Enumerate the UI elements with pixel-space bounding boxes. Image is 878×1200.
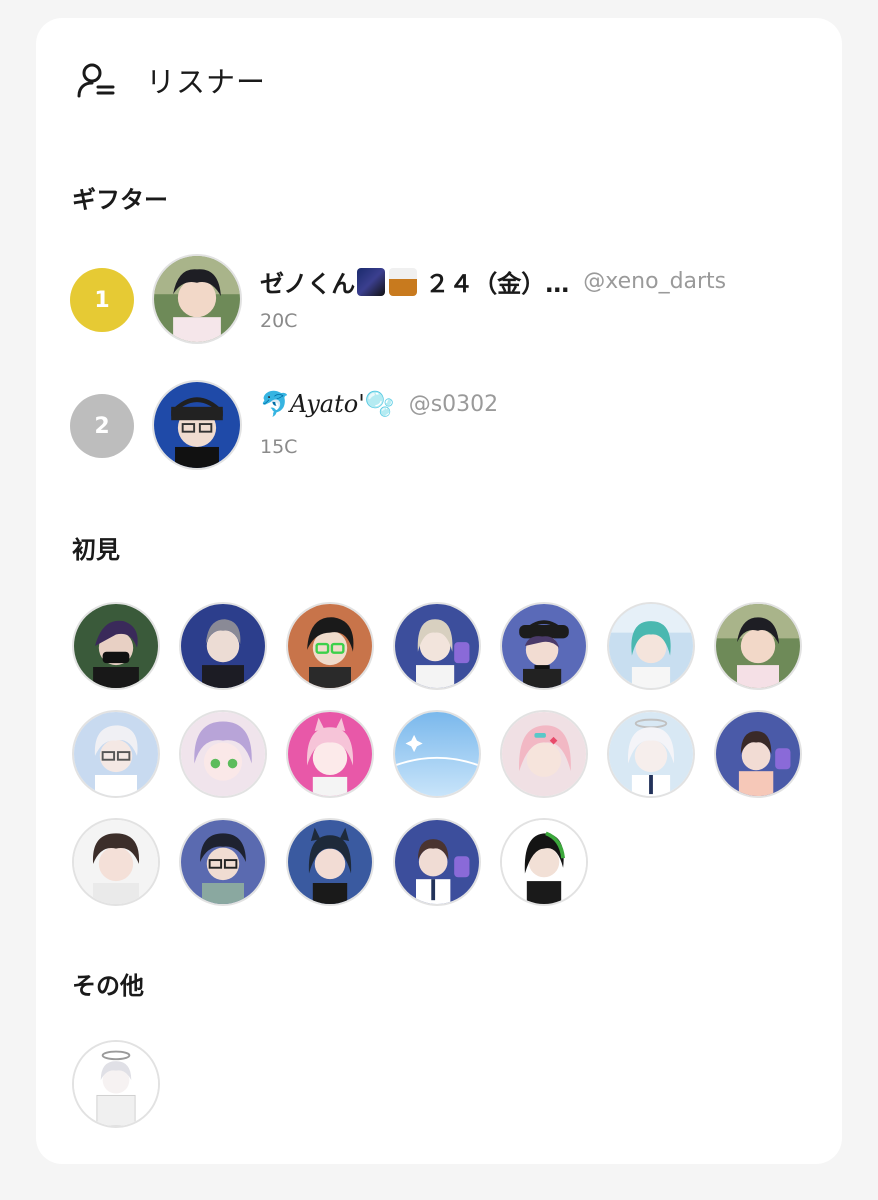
other-section-title: その他 <box>72 972 144 1000</box>
gifter-avatar[interactable] <box>152 380 242 470</box>
listener-avatar[interactable] <box>714 602 802 690</box>
gifter-name: ゼノくん <box>260 270 356 298</box>
night-sky-emoji <box>357 267 386 296</box>
listener-avatar[interactable] <box>72 818 160 906</box>
gifter-row[interactable]: 1 ゼノくん ２４（金）… @xeno_darts 20C <box>70 254 810 346</box>
listener-avatar[interactable] <box>393 602 481 690</box>
first-time-section-title: 初見 <box>72 536 120 564</box>
gifter-name-line: ゼノくん ２４（金）… @xeno_darts <box>260 264 726 299</box>
page-title: リスナー <box>146 65 267 99</box>
listener-avatar[interactable] <box>500 710 588 798</box>
gifter-name-bubbles: 🫧 <box>364 390 395 418</box>
rank-badge-gold: 1 <box>70 268 134 332</box>
person-list-icon <box>77 63 115 98</box>
listener-avatar[interactable] <box>393 710 481 798</box>
gifter-handle: @xeno_darts <box>583 269 727 294</box>
listener-header: リスナー <box>76 60 266 100</box>
gifter-name: Ayato' <box>289 390 365 418</box>
gifter-coins: 15C <box>260 436 298 458</box>
listener-avatar[interactable] <box>179 818 267 906</box>
listener-avatar[interactable] <box>72 710 160 798</box>
listener-avatar[interactable] <box>500 602 588 690</box>
gifter-row[interactable]: 2 🐬 Ayato' 🫧 @s0302 15C <box>70 380 810 472</box>
whisky-glass-emoji <box>389 267 418 296</box>
gifter-avatar[interactable] <box>152 254 242 344</box>
listener-avatar[interactable] <box>286 602 374 690</box>
gifter-name-emoji: 🐬 <box>260 390 290 418</box>
listener-card: リスナー ギフター 1 ゼノくん ２４（金）… @xeno_darts 20C … <box>36 18 842 1164</box>
listener-avatar[interactable] <box>393 818 481 906</box>
listener-avatar[interactable] <box>72 1040 160 1128</box>
listener-avatar[interactable] <box>714 710 802 798</box>
listener-avatar[interactable] <box>607 602 695 690</box>
gifter-name-line: 🐬 Ayato' 🫧 @s0302 <box>260 390 498 418</box>
gifters-section-title: ギフター <box>72 186 168 214</box>
listener-avatar[interactable] <box>72 602 160 690</box>
listener-avatar[interactable] <box>500 818 588 906</box>
gifter-coins: 20C <box>260 310 298 332</box>
rank-badge-silver: 2 <box>70 394 134 458</box>
listener-avatar[interactable] <box>607 710 695 798</box>
listener-avatar[interactable] <box>286 710 374 798</box>
gifter-handle: @s0302 <box>408 391 499 417</box>
listener-avatar[interactable] <box>179 602 267 690</box>
listener-avatar[interactable] <box>286 818 374 906</box>
gifter-name-suffix: ２４（金）… <box>425 270 570 298</box>
listener-avatar[interactable] <box>179 710 267 798</box>
